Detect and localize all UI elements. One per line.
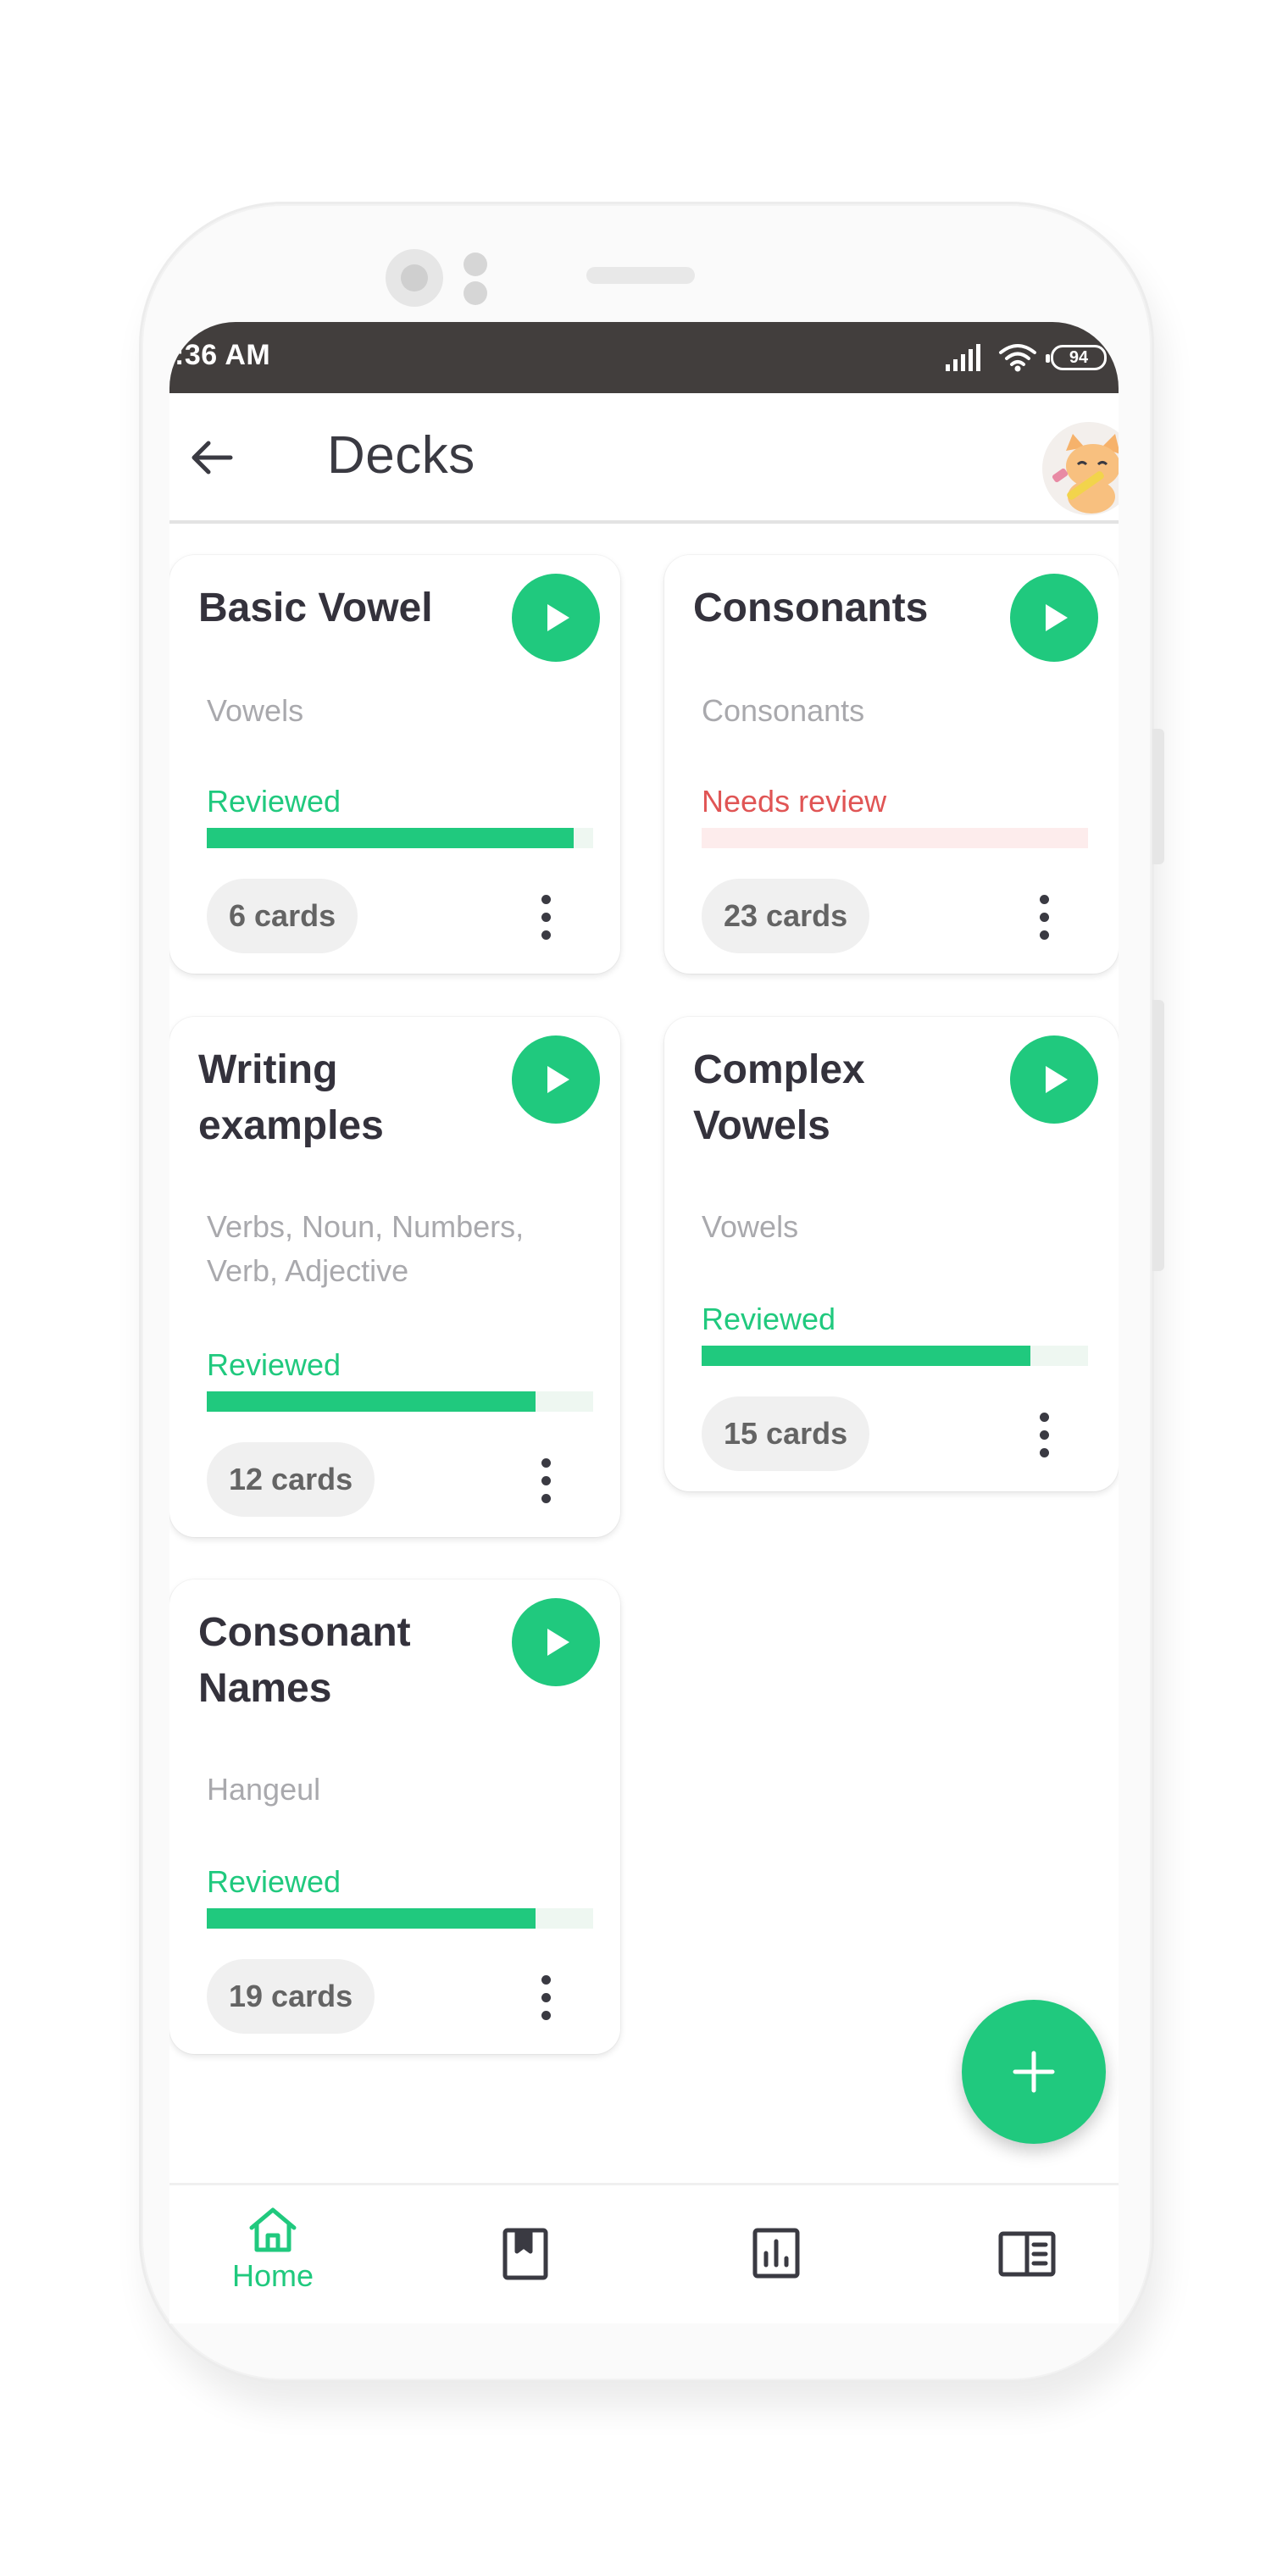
phone-side-button	[1152, 729, 1164, 864]
progress-bar	[207, 1391, 593, 1412]
play-button[interactable]	[512, 1035, 600, 1124]
app-bar: Decks	[169, 393, 1119, 524]
cat-avatar-icon	[1042, 422, 1119, 515]
play-button[interactable]	[1010, 574, 1098, 662]
nav-label-home: Home	[231, 2258, 314, 2293]
page-title: Decks	[327, 426, 475, 485]
more-options-button[interactable]	[529, 887, 563, 947]
card-count-badge: 23 cards	[702, 879, 870, 953]
play-icon	[547, 1066, 569, 1093]
wifi-icon	[999, 344, 1036, 372]
status-icons: 94	[946, 339, 1107, 376]
app-screen: :36 AM 94 Decks Basic Vowel Vowels Revie…	[169, 322, 1119, 2323]
play-icon	[1046, 604, 1068, 631]
deck-tags: Vowels	[702, 1209, 799, 1244]
deck-status: Reviewed	[207, 1864, 341, 1899]
card-count-badge: 15 cards	[702, 1396, 870, 1471]
deck-title: Basic Vowel	[198, 586, 433, 630]
play-icon	[547, 604, 569, 631]
plus-icon	[1013, 2051, 1055, 2093]
play-button[interactable]	[512, 574, 600, 662]
more-options-button[interactable]	[529, 1968, 563, 2027]
deck-status: Needs review	[702, 784, 887, 819]
battery-icon: 94	[1046, 345, 1107, 370]
deck-tags: Consonants	[702, 693, 865, 728]
camera-lens	[386, 249, 443, 307]
card-count-badge: 6 cards	[207, 879, 358, 953]
status-time: :36 AM	[175, 339, 271, 371]
card-count-badge: 19 cards	[207, 1959, 375, 2034]
avatar[interactable]	[1042, 422, 1119, 515]
front-sensor	[464, 281, 487, 305]
nav-item-reader[interactable]	[942, 2231, 1112, 2277]
deck-card[interactable]: Consonant Names Hangeul Reviewed 19 card…	[169, 1579, 620, 2054]
deck-tags: Vowels	[207, 693, 304, 728]
deck-title: Writing examples	[198, 1047, 384, 1148]
earpiece-speaker	[586, 267, 695, 284]
reader-icon	[998, 2231, 1056, 2277]
deck-tags: Hangeul	[207, 1772, 321, 1807]
signal-icon	[946, 344, 980, 371]
deck-status: Reviewed	[702, 1302, 836, 1336]
deck-title: Consonants	[693, 586, 929, 630]
progress-fill	[702, 1346, 1030, 1366]
progress-fill	[207, 828, 575, 848]
deck-status: Reviewed	[207, 1347, 341, 1382]
deck-title: Complex Vowels	[693, 1047, 865, 1148]
play-icon	[1046, 1066, 1068, 1093]
progress-bar	[702, 828, 1088, 848]
nav-item-decks[interactable]	[441, 2228, 610, 2280]
home-icon	[249, 2207, 297, 2252]
progress-fill	[207, 1908, 536, 1929]
card-count-badge: 12 cards	[207, 1442, 375, 1517]
back-button[interactable]	[186, 432, 237, 483]
arrow-left-icon	[192, 441, 233, 475]
deck-card[interactable]: Complex Vowels Vowels Reviewed 15 cards	[664, 1017, 1119, 1491]
status-bar: :36 AM 94	[169, 322, 1119, 393]
more-options-button[interactable]	[1027, 887, 1061, 947]
nav-item-stats[interactable]	[691, 2228, 861, 2279]
deck-title: Consonant Names	[198, 1610, 411, 1711]
play-button[interactable]	[1010, 1035, 1098, 1124]
battery-level: 94	[1069, 347, 1089, 367]
phone-side-button	[1152, 1000, 1164, 1271]
bar-chart-icon	[752, 2228, 800, 2279]
deck-status: Reviewed	[207, 784, 341, 819]
deck-card[interactable]: Writing examples Verbs, Noun, Numbers, V…	[169, 1017, 620, 1537]
progress-bar	[702, 1346, 1088, 1366]
bookmark-book-icon	[502, 2228, 548, 2280]
more-options-button[interactable]	[529, 1451, 563, 1510]
progress-bar	[207, 1908, 593, 1929]
deck-tags: Verbs, Noun, Numbers, Verb, Adjective	[207, 1209, 525, 1288]
bottom-nav: Home	[169, 2183, 1119, 2323]
play-button[interactable]	[512, 1598, 600, 1686]
add-deck-button[interactable]	[962, 2000, 1106, 2144]
deck-card[interactable]: Basic Vowel Vowels Reviewed 6 cards	[169, 555, 620, 974]
more-options-button[interactable]	[1027, 1405, 1061, 1464]
progress-bar	[207, 828, 593, 848]
nav-item-home[interactable]: Home	[188, 2206, 358, 2294]
front-sensor	[464, 253, 487, 276]
progress-fill	[207, 1391, 536, 1412]
deck-card[interactable]: Consonants Consonants Needs review 23 ca…	[664, 555, 1119, 974]
play-icon	[547, 1629, 569, 1656]
